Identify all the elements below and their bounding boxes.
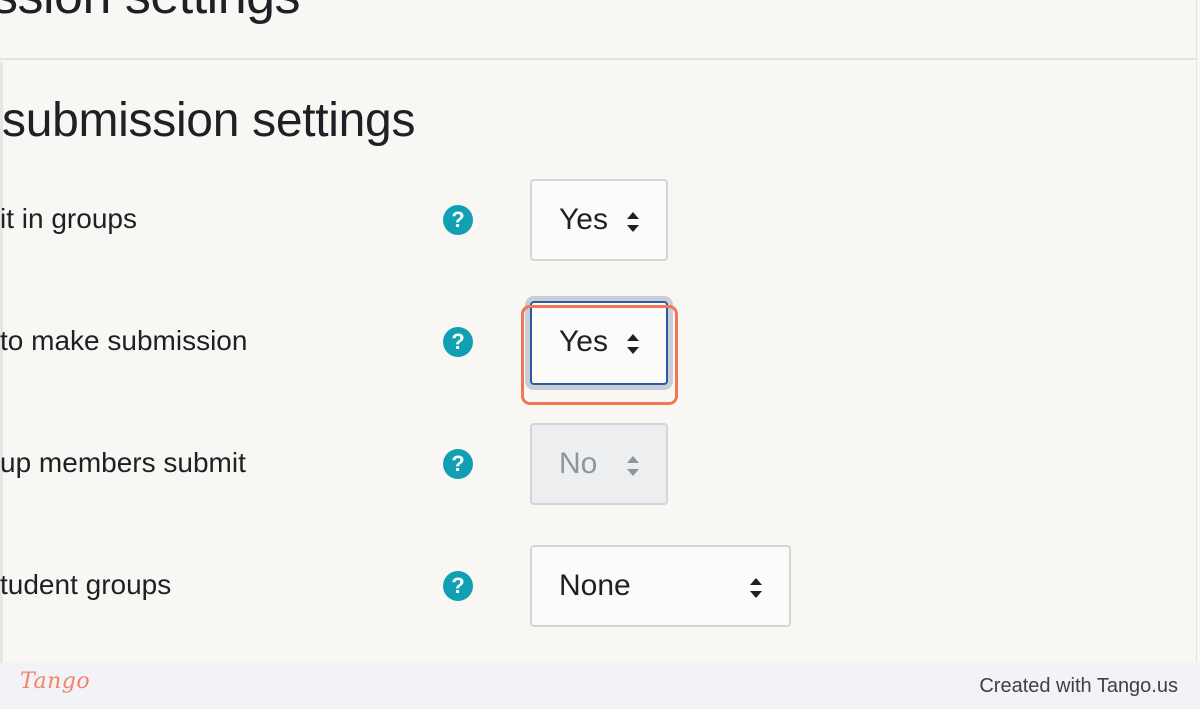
help-icon[interactable]: ? <box>443 205 473 235</box>
setting-row-submit-in-groups: it in groups ? Yes <box>0 179 1000 263</box>
page-heading: ssion settings <box>0 0 301 26</box>
help-icon[interactable]: ? <box>443 571 473 601</box>
select-value: Yes <box>559 203 608 236</box>
setting-label: up members submit <box>0 447 246 478</box>
setting-label: to make submission <box>0 325 248 356</box>
setting-row-grouping-for-student-groups: tudent groups ? None <box>0 545 1000 629</box>
select-value: No <box>559 447 598 480</box>
sort-arrows-icon <box>749 577 763 599</box>
select-value: Yes <box>559 325 608 358</box>
select-value: None <box>559 569 631 602</box>
setting-row-require-group-to-make-submission: to make submission ? Yes <box>0 301 1000 385</box>
sort-arrows-icon <box>626 455 640 477</box>
help-icon[interactable]: ? <box>443 449 473 479</box>
sort-arrows-icon <box>626 333 640 355</box>
section-title: submission settings <box>2 94 416 147</box>
select-submit-in-groups[interactable]: Yes <box>530 179 668 261</box>
sort-arrows-icon <box>626 211 640 233</box>
right-divider <box>1196 60 1197 662</box>
setting-label: tudent groups <box>0 569 172 600</box>
footer-credit: Created with Tango.us <box>979 675 1178 697</box>
setting-label: it in groups <box>0 203 137 234</box>
select-all-members-submit: No <box>530 423 668 505</box>
select-require-group-submission[interactable]: Yes <box>530 301 668 385</box>
setting-row-require-all-group-members-submit: up members submit ? No <box>0 423 1000 507</box>
settings-canvas: ssion settings submission settings it in… <box>0 0 1200 662</box>
help-icon[interactable]: ? <box>443 327 473 357</box>
tango-logo: Tango <box>20 669 91 694</box>
settings-header-bar: ssion settings <box>0 0 1197 60</box>
select-student-groups[interactable]: None <box>530 545 791 627</box>
